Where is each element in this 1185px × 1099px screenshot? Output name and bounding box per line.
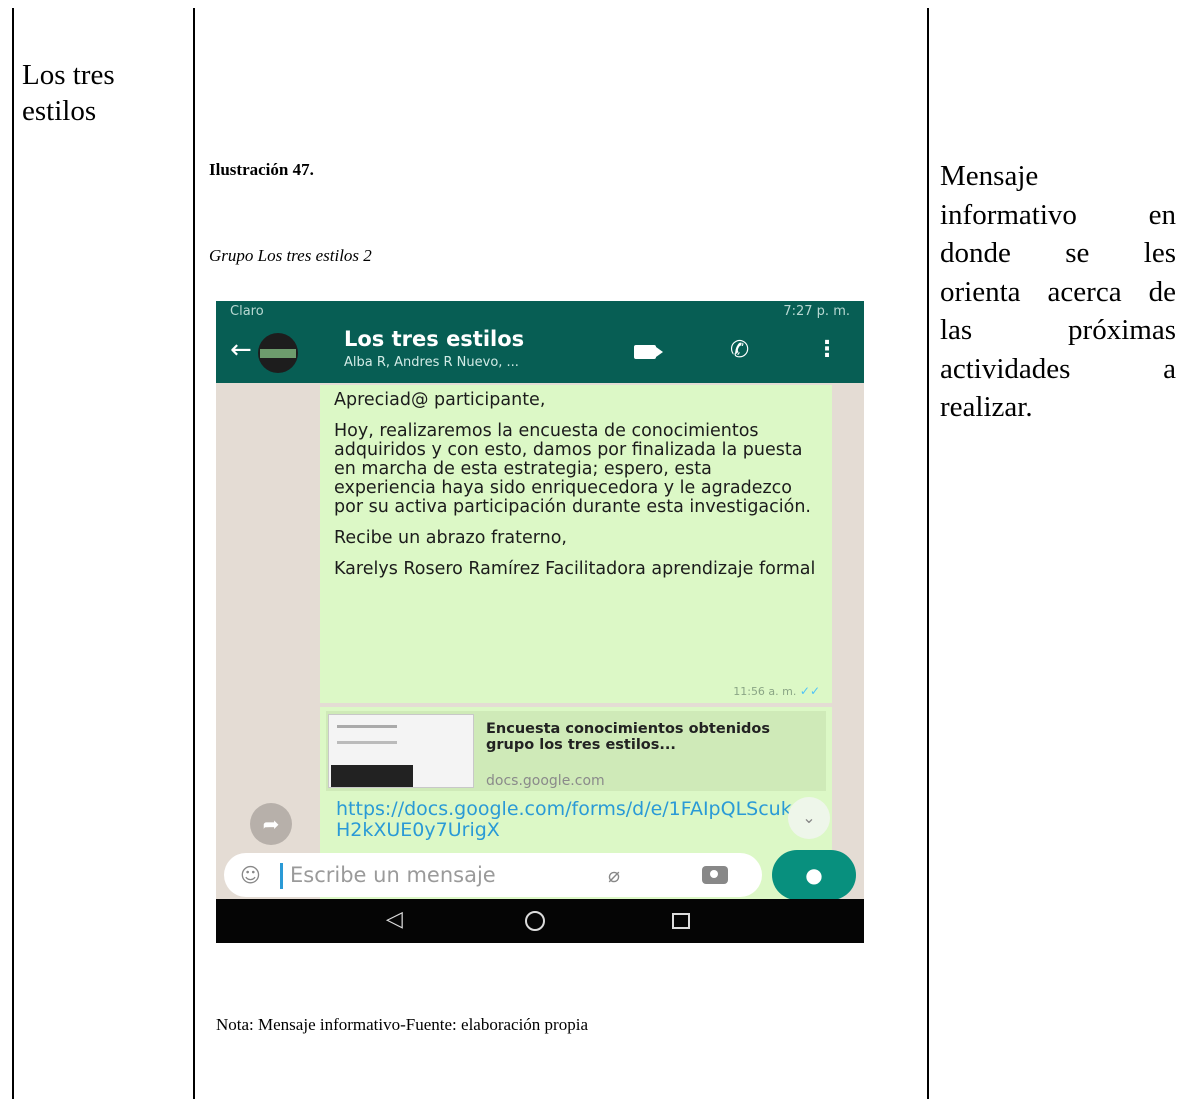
figure-title: Grupo Los tres estilos 2 [209,246,372,265]
figure-label: Ilustración 47. [209,160,314,179]
link-preview-card[interactable]: Encuesta conocimientos obtenidos grupo l… [326,711,826,791]
thumbnail-image [331,765,413,787]
nav-back-icon[interactable]: ◁ [386,907,403,932]
right-cell-line: donde se les [940,237,1176,269]
right-cell-line: orienta acerca de [940,275,1176,308]
scroll-down-icon[interactable]: ⌄ [788,797,830,839]
status-bar: Claro 7:27 p. m. [216,301,864,323]
message-time-text: 11:56 a. m. [733,685,797,698]
message-time: 11:56 a. m. ✓✓ [733,682,820,701]
group-members: Alba R, Andres R Nuevo, ... [344,355,519,370]
message-input-bar: ☺ Escribe un mensaje ⌀ [224,853,762,897]
whatsapp-screenshot: Claro 7:27 p. m. ← Los tres estilos Alba… [216,301,864,943]
nav-home-icon[interactable] [525,911,545,931]
clock-label: 7:27 p. m. [783,304,850,319]
android-nav-bar: ◁ [216,899,864,943]
chat-header: ← Los tres estilos Alba R, Andres R Nuev… [216,323,864,383]
table-border-middle [193,8,195,1099]
message-closing: Recibe un abrazo fraterno, [334,528,567,548]
more-options-icon[interactable]: ⋮ [816,337,838,362]
message-input[interactable]: Escribe un mensaje [290,863,496,887]
microphone-button[interactable]: ● [772,850,856,900]
right-cell-line: realizar. [940,391,1033,423]
link-preview-thumbnail [328,714,474,788]
forward-icon[interactable]: ➦ [250,803,292,845]
group-name[interactable]: Los tres estilos [344,327,524,351]
message-greeting: Apreciad@ participante, [334,390,546,410]
table-border-left [12,8,14,1099]
form-link[interactable]: https://docs.google.com/forms/d/e/1FAIpQ… [336,799,816,841]
right-cell-line: las próximas [940,314,1176,346]
left-cell-text: Los tres estilos [22,59,115,127]
link-preview-domain: docs.google.com [486,773,605,789]
message-bubble: Apreciad@ participante, Hoy, realizaremo… [320,385,832,703]
table-border-right [927,8,929,1099]
group-avatar[interactable] [258,333,298,373]
camera-icon[interactable] [702,866,728,884]
phone-call-icon[interactable]: ✆ [730,337,749,363]
message-body: Hoy, realizaremos la encuesta de conocim… [334,421,811,517]
carrier-label: Claro [230,304,264,319]
link-preview-title: Encuesta conocimientos obtenidos grupo l… [486,721,770,753]
video-call-icon[interactable] [634,345,663,359]
figure-note: Nota: Mensaje informativo-Fuente: elabor… [216,1015,588,1034]
nav-recents-icon[interactable] [672,913,690,929]
right-cell-line: actividades a [940,352,1176,385]
double-check-icon: ✓✓ [799,684,820,698]
right-cell-text: Mensaje informativo en donde se les orie… [940,157,1176,427]
attach-icon[interactable]: ⌀ [608,863,620,887]
back-arrow-icon[interactable]: ← [230,335,252,365]
right-cell-line: Mensaje [940,160,1039,192]
right-cell-line: informativo en [940,198,1176,231]
message-signature: Karelys Rosero Ramírez Facilitadora apre… [334,559,816,579]
emoji-icon[interactable]: ☺ [240,863,261,887]
text-caret [280,863,283,889]
